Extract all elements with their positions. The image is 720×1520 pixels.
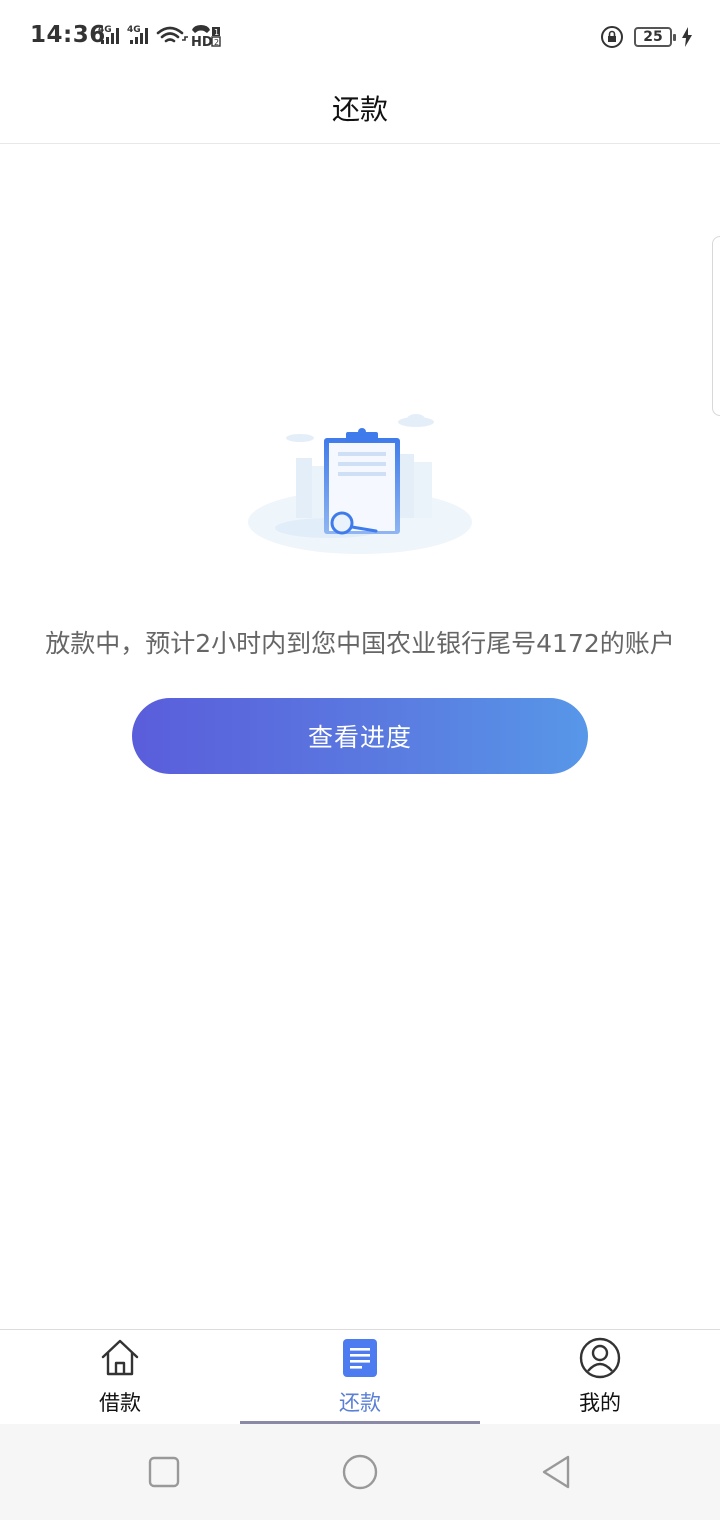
network-type-1: 4G: [98, 25, 112, 35]
side-drawer-handle[interactable]: [712, 236, 720, 416]
recent-apps-icon[interactable]: [146, 1454, 182, 1490]
battery-icon: 25: [634, 27, 676, 47]
tab-label: 借款: [99, 1391, 141, 1415]
system-nav-bar: [0, 1424, 720, 1520]
page-header: 还款: [0, 72, 720, 144]
hd-call-icon: HD 1 2: [191, 25, 221, 50]
bottom-tab-bar: 借款 还款 我的: [0, 1329, 720, 1424]
user-icon: [579, 1337, 621, 1379]
charging-icon: [682, 27, 692, 47]
home-button-icon[interactable]: [342, 1454, 378, 1490]
status-bar: 14:36 4G 4G HD 1 2 25: [0, 0, 720, 72]
wifi-icon: [156, 26, 184, 43]
tab-mine[interactable]: 我的: [480, 1330, 720, 1424]
svg-text:2: 2: [214, 38, 219, 47]
tab-label: 还款: [339, 1391, 381, 1415]
svg-text:1: 1: [214, 28, 219, 37]
status-time: 14:36: [30, 22, 106, 48]
home-icon: [101, 1339, 139, 1376]
app-screen: 14:36 4G 4G HD 1 2 25 还款 放款中，预计2小时内到您中国农…: [0, 0, 720, 1520]
lock-rotation-icon: [601, 26, 623, 48]
view-progress-button[interactable]: 查看进度: [132, 698, 588, 774]
status-icons: 4G 4G HD 1 2: [98, 24, 228, 50]
network-type-2: 4G: [127, 25, 141, 35]
page-title: 还款: [331, 92, 388, 126]
tab-borrow[interactable]: 借款: [0, 1330, 240, 1424]
signal-icon: 4G 4G HD 1 2: [98, 25, 221, 50]
loan-status-message: 放款中，预计2小时内到您中国农业银行尾号4172的账户: [45, 629, 675, 658]
document-review-illustration: [248, 414, 472, 554]
back-icon[interactable]: [538, 1454, 574, 1490]
status-right-icons: 25: [600, 24, 692, 50]
svg-text:HD: HD: [191, 35, 213, 50]
tab-label: 我的: [579, 1391, 621, 1415]
document-icon: [343, 1339, 377, 1377]
tab-repay[interactable]: 还款: [240, 1330, 480, 1424]
